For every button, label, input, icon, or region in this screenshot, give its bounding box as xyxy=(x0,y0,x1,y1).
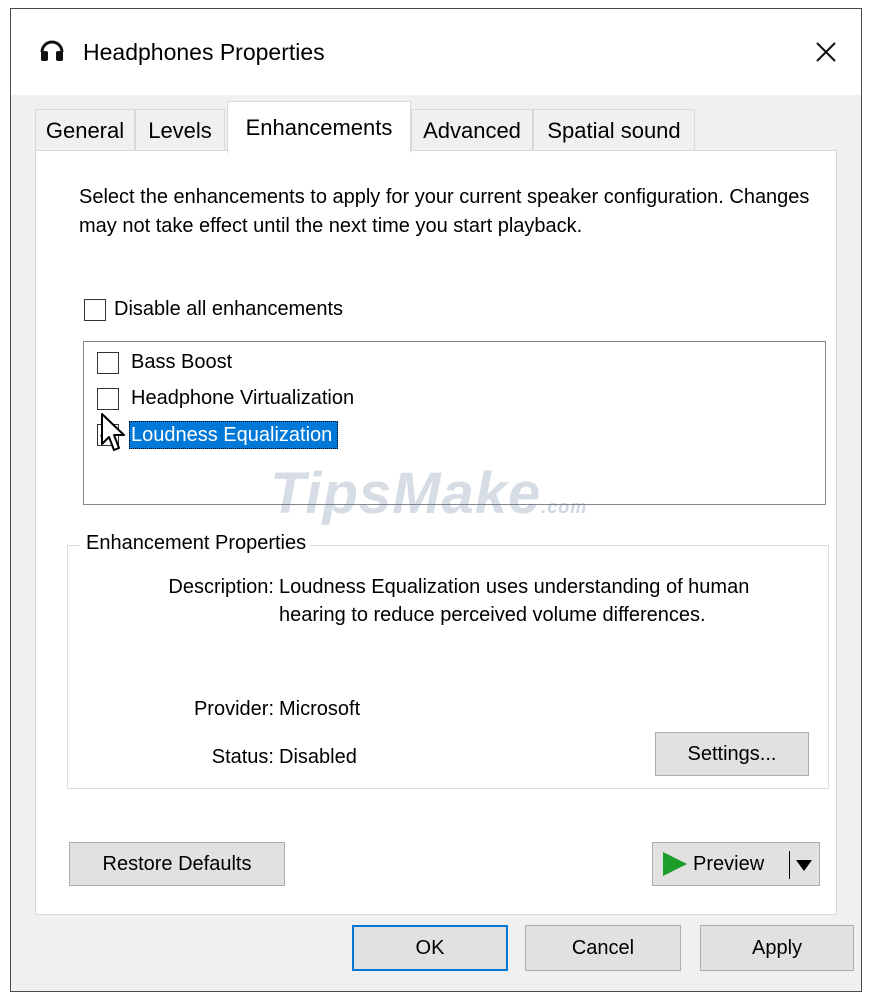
window-title: Headphones Properties xyxy=(83,39,325,65)
tab-enhancements[interactable]: Enhancements xyxy=(227,101,411,153)
preview-split-button[interactable]: Preview xyxy=(652,842,820,886)
tab-general-label: General xyxy=(45,117,125,143)
tab-spatial-sound-label: Spatial sound xyxy=(547,117,681,143)
cancel-button[interactable]: Cancel xyxy=(525,925,681,971)
headphones-properties-dialog: Headphones Properties General Levels Enh… xyxy=(10,8,862,992)
ok-button[interactable]: OK xyxy=(352,925,508,971)
enhancements-description: Select the enhancements to apply for you… xyxy=(79,186,810,237)
apply-button[interactable]: Apply xyxy=(700,925,854,971)
description-label: Description: xyxy=(168,576,274,598)
enhancement-properties-title: Enhancement Properties xyxy=(80,532,311,555)
loudness-equalization-label[interactable]: Loudness Equalization xyxy=(129,421,339,449)
tab-advanced[interactable]: Advanced xyxy=(411,109,533,151)
bass-boost-checkbox[interactable] xyxy=(97,352,119,374)
enhancements-list[interactable]: Bass Boost Headphone Virtualization Loud… xyxy=(83,341,826,505)
disable-all-checkbox[interactable] xyxy=(84,299,106,321)
dropdown-arrow-icon[interactable] xyxy=(796,860,812,871)
bass-boost-label[interactable]: Bass Boost xyxy=(131,351,232,374)
tab-general[interactable]: General xyxy=(35,109,135,151)
enhancements-panel: Select the enhancements to apply for you… xyxy=(35,150,837,915)
mouse-cursor-icon xyxy=(101,413,125,451)
description-value: Loudness Equalization uses understanding… xyxy=(279,576,750,626)
tab-advanced-label: Advanced xyxy=(423,117,521,143)
play-icon xyxy=(663,852,687,876)
preview-label: Preview xyxy=(693,852,765,875)
enhancement-properties-group: Enhancement Properties Description: Loud… xyxy=(67,532,829,789)
headphone-virtualization-checkbox[interactable] xyxy=(97,388,119,410)
tab-enhancements-label: Enhancements xyxy=(245,114,393,140)
provider-value: Microsoft xyxy=(279,698,361,720)
status-label: Status: xyxy=(211,746,274,768)
restore-defaults-button[interactable]: Restore Defaults xyxy=(69,842,285,886)
close-button[interactable] xyxy=(791,9,861,95)
split-separator xyxy=(789,851,790,879)
tab-spatial-sound[interactable]: Spatial sound xyxy=(533,109,695,151)
headphones-icon xyxy=(40,40,64,61)
headphone-virtualization-label[interactable]: Headphone Virtualization xyxy=(131,387,354,410)
title-bar[interactable]: Headphones Properties xyxy=(11,9,861,95)
settings-button[interactable]: Settings... xyxy=(655,732,809,776)
tab-levels-label: Levels xyxy=(148,117,212,143)
close-icon xyxy=(816,42,836,62)
provider-label: Provider: xyxy=(193,698,274,720)
tab-levels[interactable]: Levels xyxy=(135,109,225,151)
status-value: Disabled xyxy=(279,746,357,768)
disable-all-label[interactable]: Disable all enhancements xyxy=(114,298,343,321)
